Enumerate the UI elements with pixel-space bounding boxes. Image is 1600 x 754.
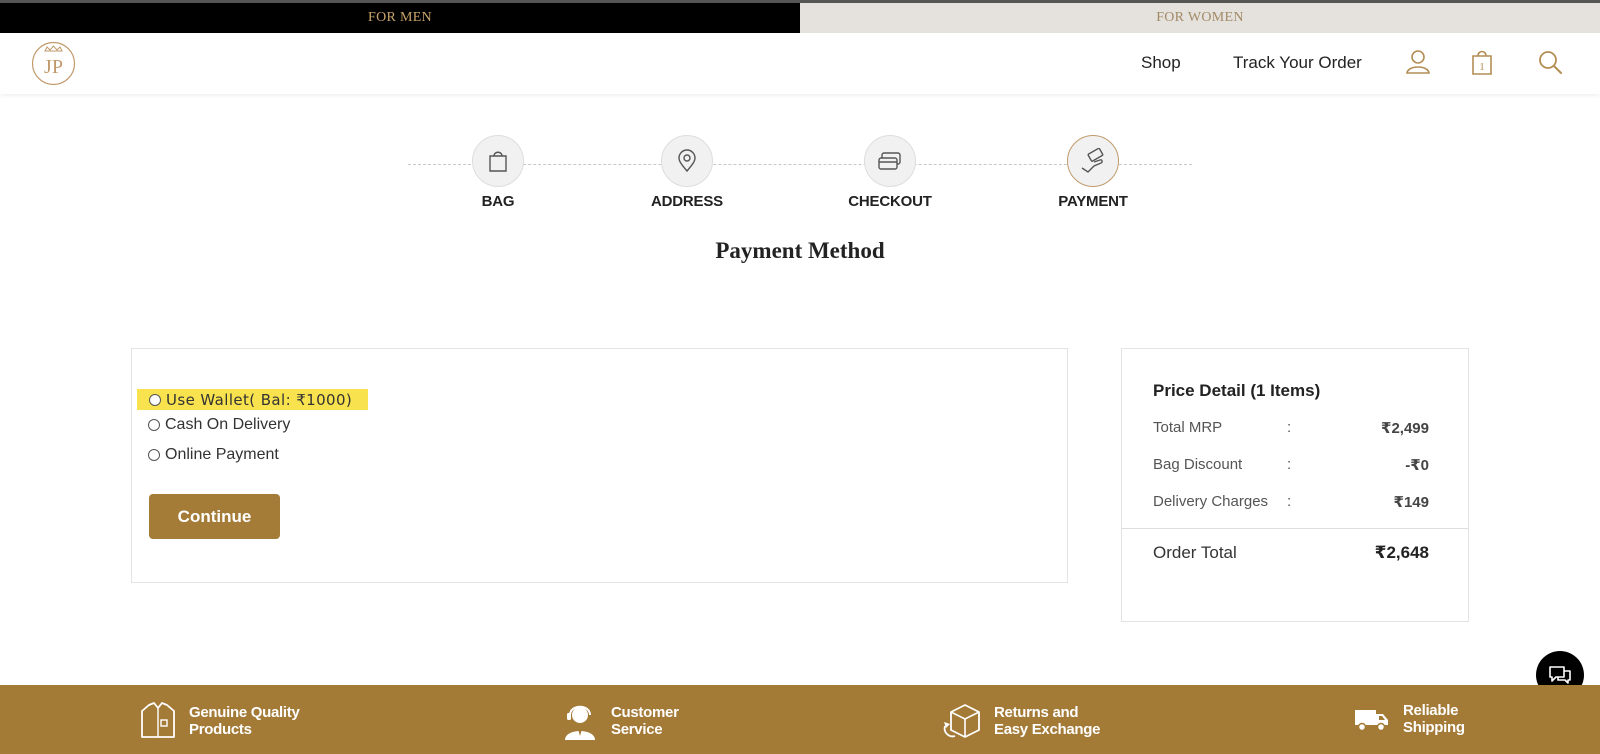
step-address: ADDRESS bbox=[617, 135, 757, 210]
feature-line2: Shipping bbox=[1403, 719, 1465, 736]
search-icon[interactable] bbox=[1535, 47, 1565, 77]
cart-count: 1 bbox=[1479, 61, 1485, 73]
truck-icon bbox=[1355, 710, 1388, 732]
site-header: JP Shop Track Your Order 1 bbox=[0, 33, 1600, 94]
price-detail-panel: Price Detail (1 Items) Total MRP : ₹2,49… bbox=[1121, 348, 1469, 622]
bag-icon bbox=[489, 151, 507, 172]
footer-features-bar: Genuine Quality Products Customer Servic… bbox=[0, 685, 1600, 754]
support-agent-icon bbox=[565, 705, 595, 740]
online-payment-option[interactable]: Online Payment bbox=[148, 446, 279, 464]
user-icon[interactable] bbox=[1403, 47, 1433, 77]
price-row-value: -₹0 bbox=[1405, 457, 1429, 474]
step-checkout: CHECKOUT bbox=[820, 135, 960, 210]
price-row-label: Bag Discount bbox=[1153, 456, 1243, 473]
location-pin-icon bbox=[678, 149, 696, 173]
tab-for-women[interactable]: FOR WOMEN bbox=[800, 3, 1600, 33]
credit-card-icon bbox=[878, 152, 901, 170]
shirt-icon bbox=[141, 702, 175, 738]
step-label: ADDRESS bbox=[651, 193, 723, 210]
payment-options-panel: Use Wallet( Bal: ₹1000) Cash On Delivery… bbox=[131, 348, 1068, 583]
cod-option-label: Cash On Delivery bbox=[165, 416, 291, 433]
feature-line1: Customer bbox=[611, 704, 679, 721]
nav-track-order-link[interactable]: Track Your Order bbox=[1233, 53, 1362, 73]
feature-line2: Service bbox=[611, 721, 663, 738]
step-label: PAYMENT bbox=[1058, 193, 1128, 210]
step-label: CHECKOUT bbox=[848, 193, 932, 210]
wallet-option-label: Use Wallet( Bal: ₹1000) bbox=[166, 390, 353, 409]
price-row-label: Total MRP bbox=[1153, 419, 1223, 436]
gender-switch-bar: FOR MEN FOR WOMEN bbox=[0, 3, 1600, 33]
feature-line1: Reliable bbox=[1403, 702, 1459, 719]
price-divider bbox=[1122, 528, 1468, 529]
cart-bag-icon[interactable]: 1 bbox=[1467, 47, 1497, 77]
online-payment-label: Online Payment bbox=[165, 446, 279, 463]
chat-bubbles-icon bbox=[1549, 666, 1571, 684]
price-row-value: ₹2,499 bbox=[1381, 420, 1429, 437]
price-row-separator: : bbox=[1287, 419, 1292, 436]
price-row-value: ₹149 bbox=[1393, 494, 1429, 511]
feature-line2: Products bbox=[189, 721, 252, 738]
price-row-separator: : bbox=[1287, 493, 1292, 510]
price-detail-title: Price Detail (1 Items) bbox=[1153, 381, 1321, 400]
step-checkout-circle bbox=[864, 135, 916, 187]
feature-line1: Returns and bbox=[994, 704, 1079, 721]
cod-radio[interactable] bbox=[148, 419, 160, 431]
price-row-separator: : bbox=[1287, 456, 1292, 473]
feature-customer-service: Customer Service bbox=[562, 702, 679, 740]
tab-for-men[interactable]: FOR MEN bbox=[0, 3, 800, 33]
feature-reliable-shipping: Reliable Shipping bbox=[1354, 702, 1465, 736]
order-total-label: Order Total bbox=[1153, 543, 1237, 562]
step-label: BAG bbox=[481, 193, 515, 210]
page-title: Payment Method bbox=[715, 238, 885, 263]
brand-logo[interactable]: JP bbox=[31, 41, 76, 86]
step-bag-circle bbox=[472, 135, 524, 187]
cash-on-delivery-option[interactable]: Cash On Delivery bbox=[148, 416, 290, 434]
feature-line2: Easy Exchange bbox=[994, 721, 1101, 738]
wallet-option[interactable]: Use Wallet( Bal: ₹1000) bbox=[137, 389, 369, 410]
feature-genuine-quality: Genuine Quality Products bbox=[140, 702, 300, 740]
wallet-radio[interactable] bbox=[149, 393, 161, 406]
step-payment: PAYMENT bbox=[1023, 135, 1163, 210]
online-payment-radio[interactable] bbox=[148, 449, 160, 461]
step-address-circle bbox=[661, 135, 713, 187]
feature-returns-exchange: Returns and Easy Exchange bbox=[943, 702, 1100, 740]
step-payment-circle bbox=[1067, 135, 1119, 187]
continue-button[interactable]: Continue bbox=[149, 494, 280, 539]
feature-line1: Genuine Quality bbox=[189, 704, 300, 721]
order-total-value: ₹2,648 bbox=[1374, 543, 1429, 562]
svg-text:JP: JP bbox=[44, 56, 63, 78]
step-bag: BAG bbox=[428, 135, 568, 210]
nav-shop-link[interactable]: Shop bbox=[1141, 53, 1181, 73]
price-row-label: Delivery Charges bbox=[1153, 493, 1269, 510]
returns-box-icon bbox=[943, 704, 980, 738]
payment-hand-icon bbox=[1081, 148, 1104, 173]
